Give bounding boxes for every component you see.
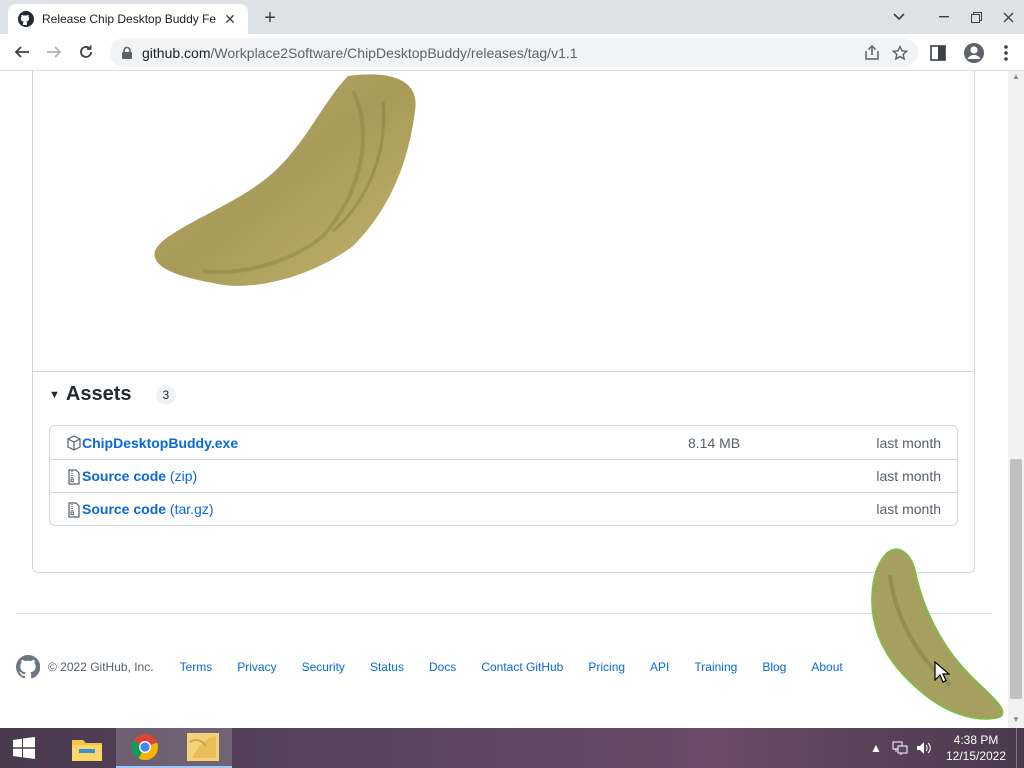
reload-icon[interactable] [70, 36, 102, 68]
asset-link[interactable]: Source code (tar.gz) [82, 501, 214, 517]
address-bar[interactable]: github.com/Workplace2Software/ChipDeskto… [110, 38, 918, 67]
footer-link-status[interactable]: Status [370, 660, 404, 674]
footer-link-api[interactable]: API [650, 660, 669, 674]
package-icon [67, 435, 81, 451]
footer: © 2022 GitHub, Inc. Terms Privacy Securi… [16, 655, 996, 679]
new-tab-button[interactable]: + [258, 6, 282, 30]
tab-search-chevron-icon[interactable] [884, 0, 914, 34]
restore-button[interactable] [960, 0, 992, 34]
asset-suffix[interactable]: (tar.gz) [166, 501, 214, 517]
asset-row: ChipDesktopBuddy.exe 8.14 MB last month [50, 426, 957, 459]
mouse-cursor-icon [934, 661, 950, 683]
lock-icon[interactable] [120, 46, 134, 60]
scroll-up-arrow-icon[interactable]: ▲ [1012, 73, 1020, 81]
tab-title: Release Chip Desktop Buddy Fea [42, 12, 216, 26]
chrome-taskbar-icon[interactable] [116, 728, 174, 768]
bookmark-star-icon[interactable] [892, 44, 908, 61]
minimize-button[interactable] [928, 0, 960, 34]
browser-tabstrip: Release Chip Desktop Buddy Fea ✕ + [0, 0, 1024, 34]
toolbar-actions [924, 34, 1016, 71]
assets-header[interactable]: ▼ Assets 3 [49, 383, 177, 406]
assets-title: Assets [65, 383, 132, 405]
caret-down-icon[interactable]: ▼ [49, 389, 60, 401]
taskbar-clock[interactable]: 4:38 PM 12/15/2022 [936, 732, 1016, 764]
url-host: github.com [142, 44, 211, 61]
github-icon [18, 11, 34, 27]
windows-logo-icon [13, 737, 35, 759]
asset-date: last month [876, 501, 941, 517]
network-icon[interactable] [888, 728, 912, 768]
footer-link-contact[interactable]: Contact GitHub [481, 660, 563, 674]
back-arrow-icon[interactable] [6, 36, 38, 68]
window-controls [884, 0, 1024, 34]
footer-divider [16, 613, 992, 614]
browser-toolbar: github.com/Workplace2Software/ChipDeskto… [0, 34, 1024, 71]
start-button[interactable] [0, 728, 48, 768]
scroll-down-arrow-icon[interactable]: ▼ [1012, 716, 1020, 724]
show-desktop-button[interactable] [1016, 728, 1024, 768]
footer-link-privacy[interactable]: Privacy [237, 660, 276, 674]
system-tray: ▲ 4:38 PM 12/15/2022 [864, 728, 1024, 768]
file-zip-icon [68, 469, 80, 485]
footer-link-docs[interactable]: Docs [429, 660, 456, 674]
footer-copyright: © 2022 GitHub, Inc. [48, 660, 154, 674]
asset-row: Source code (tar.gz) last month [50, 492, 957, 525]
clock-time: 4:38 PM [953, 733, 999, 747]
file-explorer-taskbar-icon[interactable] [58, 728, 116, 768]
footer-link-blog[interactable]: Blog [762, 660, 786, 674]
footer-link-terms[interactable]: Terms [180, 660, 213, 674]
chip-buddy-taskbar-icon[interactable] [174, 728, 232, 768]
clock-date: 12/15/2022 [945, 749, 1007, 763]
asset-name[interactable]: Source code [82, 501, 166, 517]
assets-count-badge: 3 [155, 385, 177, 404]
scroll-thumb[interactable] [1010, 459, 1022, 699]
profile-avatar-icon[interactable] [960, 39, 988, 67]
footer-link-pricing[interactable]: Pricing [588, 660, 625, 674]
tray-chevron-up-icon[interactable]: ▲ [864, 728, 888, 768]
asset-row: Source code (zip) last month [50, 459, 957, 492]
menu-dots-icon[interactable] [996, 39, 1016, 67]
desktop-buddy-chip[interactable] [860, 545, 1008, 725]
github-logo-icon[interactable] [16, 655, 40, 679]
url-text: github.com/Workplace2Software/ChipDeskto… [142, 45, 578, 61]
browser-tab[interactable]: Release Chip Desktop Buddy Fea ✕ [8, 4, 248, 34]
asset-suffix[interactable]: (zip) [166, 468, 197, 484]
assets-list: ChipDesktopBuddy.exe 8.14 MB last month … [49, 425, 958, 526]
share-icon[interactable] [864, 44, 880, 61]
asset-name[interactable]: Source code [82, 468, 166, 484]
asset-link[interactable]: ChipDesktopBuddy.exe [82, 435, 238, 451]
omnibox-actions [864, 38, 908, 67]
url-path: /Workplace2Software/ChipDesktopBuddy/rel… [210, 44, 578, 61]
volume-icon[interactable] [912, 728, 936, 768]
close-window-button[interactable] [992, 0, 1024, 34]
windows-taskbar: ▲ 4:38 PM 12/15/2022 [0, 728, 1024, 768]
file-zip-icon [68, 502, 80, 518]
side-panel-icon[interactable] [924, 39, 952, 67]
asset-link[interactable]: Source code (zip) [82, 468, 197, 484]
asset-name[interactable]: ChipDesktopBuddy.exe [82, 435, 238, 451]
release-card: ▼ Assets 3 ChipDesktopBuddy.exe 8.14 MB … [32, 71, 975, 573]
footer-link-about[interactable]: About [811, 660, 842, 674]
asset-date: last month [876, 434, 941, 451]
footer-link-training[interactable]: Training [694, 660, 737, 674]
forward-arrow-icon[interactable] [38, 36, 70, 68]
asset-size: 8.14 MB [688, 434, 741, 451]
footer-link-security[interactable]: Security [302, 660, 345, 674]
page-viewport: ▼ Assets 3 ChipDesktopBuddy.exe 8.14 MB … [0, 71, 1008, 728]
asset-date: last month [876, 468, 941, 484]
release-divider [33, 371, 974, 372]
page-scrollbar[interactable]: ▲ ▼ [1008, 71, 1024, 728]
chip-image [154, 74, 416, 286]
close-tab-icon[interactable]: ✕ [222, 11, 238, 27]
